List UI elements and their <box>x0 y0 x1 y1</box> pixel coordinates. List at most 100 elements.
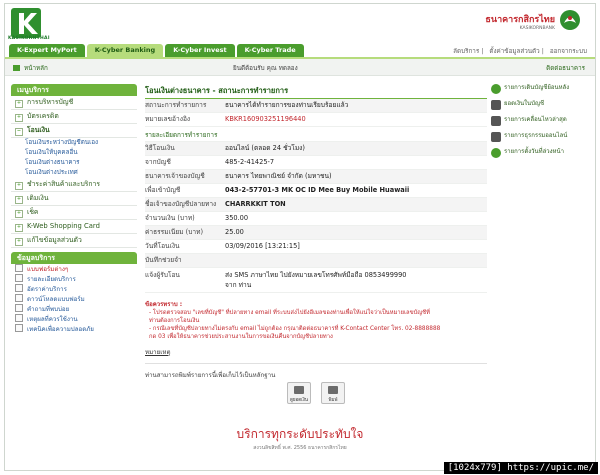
sidebar-item-transfer[interactable]: − โอนเงิน <box>11 124 137 138</box>
sidebar-item-top-up[interactable]: + เติมเงิน <box>11 192 137 206</box>
notify-value: ส่ง SMS ภาษาไทย ไปยังหมายเลขโทรศัพท์มือถ… <box>225 271 407 279</box>
document-icon <box>15 284 23 292</box>
shortcut-scheduled[interactable]: รายการตั้งวันที่ล่วงหน้า <box>491 148 591 158</box>
welcome-label: ยินดีต้อนรับ <box>233 65 265 72</box>
detail-row: ธนาคารเจ้าของบัญชี ธนาคาร ไทยพาณิชย์ จำกั… <box>145 170 487 184</box>
info-item-label: เทคนิคเพื่อความปลอดภัย <box>27 326 94 333</box>
logo-text: KASIKORNTHAI <box>8 36 50 41</box>
kasikorn-k-logo-icon <box>11 8 41 38</box>
sidebar-subitem-international[interactable]: โอนเงินต่างประเทศ <box>11 168 137 178</box>
sidebar-item-cheque[interactable]: + เช็ค <box>11 206 137 220</box>
sidebar-item-label: แก้ไขข้อมูลส่วนตัว <box>27 236 82 244</box>
notify-value-2: จาก ท่าน <box>225 281 252 289</box>
sidebar: เมนูบริการ + การบริหารบัญชี + บัตรเครดิต −… <box>11 84 137 334</box>
shortcut-label: รายการเดินบัญชีย้อนหลัง <box>504 84 570 91</box>
view-balance-label: ดูยอดเงิน <box>290 398 308 403</box>
detail-label: วิธีโอนเงิน <box>145 144 175 152</box>
sidebar-title: เมนูบริการ <box>11 84 137 96</box>
download-icon <box>15 294 23 302</box>
sidebar-subitem-own-account[interactable]: โอนเงินระหว่างบัญชีตนเอง <box>11 138 137 148</box>
sidebar-item-label: เช็ค <box>27 208 39 216</box>
shortcut-link[interactable]: ลัดบริการ <box>453 48 479 55</box>
expand-icon: + <box>15 196 23 204</box>
detail-value: ออนไลน์ (ตลอด 24 ชั่วโมง) <box>225 144 305 152</box>
tab-k-cyber-trade[interactable]: K-Cyber Trade <box>236 44 304 57</box>
shortcut-label: รายการเคลื่อนไหวล่าสุด <box>504 116 567 123</box>
detail-row: ค่าธรรมเนียม (บาท) 25.00 <box>145 226 487 240</box>
tab-k-cyber-invest[interactable]: K-Cyber Invest <box>165 44 235 57</box>
tab-k-expert-myport[interactable]: K-Expert MyPort <box>9 44 85 57</box>
info-item-security[interactable]: เทคนิคเพื่อความปลอดภัย <box>11 324 137 334</box>
statement-icon <box>491 84 501 94</box>
info-item-fees[interactable]: อัตราค่าบริการ <box>11 284 137 294</box>
info-item-label: รายละเอียดบริการ <box>27 276 76 283</box>
sidebar-item-edit-profile[interactable]: + แก้ไขข้อมูลส่วนตัว <box>11 234 137 248</box>
info-item-download[interactable]: ดาวน์โหลดแบบฟอร์ม <box>11 294 137 304</box>
welcome-text: ยินดีต้อนรับ คุณ ทดลอง <box>233 63 298 73</box>
tab-k-cyber-banking[interactable]: K-Cyber Banking <box>86 44 164 57</box>
note-title: ข้อควรทราบ : <box>145 301 183 308</box>
contact-bank-link[interactable]: ติดต่อธนาคาร <box>546 63 585 73</box>
details-section-title: รายละเอียดการทำรายการ <box>145 130 487 142</box>
detail-value: 03/09/2016 [13:21:15] <box>225 242 300 250</box>
shortcut-statement[interactable]: รายการเดินบัญชีย้อนหลัง <box>491 84 591 94</box>
status-label: สถานะการทำรายการ <box>145 101 207 109</box>
home-icon <box>13 65 20 71</box>
home-label: หน้าหลัก <box>24 65 48 72</box>
service-info-title: ข้อมูลบริการ <box>11 252 137 264</box>
note-line: ท่านต้องการโอนเงิน <box>149 318 200 324</box>
expand-icon: + <box>15 224 23 232</box>
printer-icon <box>328 386 338 394</box>
home-link[interactable]: หน้าหลัก <box>13 63 48 73</box>
logout-link[interactable]: ออกจากระบบ <box>550 48 587 55</box>
user-name: คุณ ทดลอง <box>266 65 298 72</box>
note-line: - กรณีเลขที่บัญชีปลายทางไม่ตรงกับ email … <box>149 326 441 332</box>
sidebar-item-label: ชำระค่าสินค้าและบริการ <box>27 180 100 188</box>
view-balance-button[interactable]: ดูยอดเงิน <box>287 382 311 404</box>
detail-row: บันทึกช่วยจำ <box>145 254 487 268</box>
status-row: สถานะการทำรายการ ธนาคารได้ทำรายการของท่าน… <box>145 99 487 113</box>
reference-label: หมายเลขอ้างอิง <box>145 115 191 123</box>
shortcut-balance[interactable]: ยอดเงินในบัญชี <box>491 100 591 110</box>
reference-row: หมายเลขอ้างอิง KBKR160903251196440 <box>145 113 487 127</box>
info-item-reasons[interactable]: เหตุผลที่ควรใช้งาน <box>11 314 137 324</box>
note-line: กด 03 เพื่อให้ธนาคารช่วยประสานงานในการขอ… <box>149 334 333 340</box>
header: KASIKORNTHAI ธนาคารกสิกรไทย KASIKORNBANK <box>5 4 595 44</box>
sidebar-item-accounts[interactable]: + การบริหารบัญชี <box>11 96 137 110</box>
detail-row: วิธีโอนเงิน ออนไลน์ (ตลอด 24 ชั่วโมง) <box>145 142 487 156</box>
notify-label: แจ้งผู้รับโอน <box>145 271 180 279</box>
footer-copyright: สงวนลิขสิทธิ์ พ.ศ. 2556 ธนาคารกสิกรไทย <box>253 445 347 451</box>
detail-label: จากบัญชี <box>145 158 171 166</box>
main-content: โอนเงินต่างธนาคาร - สถานะการทำรายการ สถา… <box>145 84 487 380</box>
expand-icon: + <box>15 100 23 108</box>
shortcut-recent-activity[interactable]: รายการเคลื่อนไหวล่าสุด <box>491 116 591 126</box>
profile-settings-link[interactable]: ตั้งค่าข้อมูลส่วนตัว <box>489 48 539 55</box>
print-label: พิมพ์ <box>328 398 338 403</box>
sidebar-subitem-other-bank[interactable]: โอนเงินต่างธนาคาร <box>11 158 137 168</box>
info-item-details[interactable]: รายละเอียดบริการ <box>11 274 137 284</box>
sidebar-item-shopping-card[interactable]: + K-Web Shopping Card <box>11 220 137 234</box>
activity-icon <box>491 116 501 126</box>
watermark: [1024x779] https://upic.me/ <box>443 462 598 474</box>
detail-label: จำนวนเงิน (บาท) <box>145 214 195 222</box>
sidebar-item-bill-payment[interactable]: + ชำระค่าสินค้าและบริการ <box>11 178 137 192</box>
balance-icon <box>491 100 501 110</box>
detail-label: วันที่โอนเงิน <box>145 242 180 250</box>
print-button[interactable]: พิมพ์ <box>321 382 345 404</box>
expand-icon: + <box>15 238 23 246</box>
detail-row: จากบัญชี 485-2-41425-7 <box>145 156 487 170</box>
shortcut-online-transactions[interactable]: รายการธุรกรรมออนไลน์ <box>491 132 591 142</box>
main-tabs: K-Expert MyPort K-Cyber Banking K-Cyber … <box>9 44 304 57</box>
lock-icon <box>15 324 23 332</box>
collapse-icon: − <box>15 128 23 136</box>
sidebar-item-label: การบริหารบัญชี <box>27 98 74 106</box>
sidebar-item-credit-card[interactable]: + บัตรเครดิต <box>11 110 137 124</box>
page-title: โอนเงินต่างธนาคาร - สถานะการทำรายการ <box>145 84 487 99</box>
info-item-forms[interactable]: แบบฟอร์มต่างๆ <box>11 264 137 274</box>
reference-value: KBKR160903251196440 <box>225 115 306 123</box>
bank-name: ธนาคารกสิกรไทย KASIKORNBANK <box>485 12 555 31</box>
info-item-faq[interactable]: คำถามที่พบบ่อย <box>11 304 137 314</box>
status-value: ธนาคารได้ทำรายการของท่านเรียบร้อยแล้ว <box>225 101 349 109</box>
right-shortcuts: รายการเดินบัญชีย้อนหลัง ยอดเงินในบัญชี ร… <box>491 84 591 164</box>
sidebar-subitem-other-person[interactable]: โอนเงินให้บุคคลอื่น <box>11 148 137 158</box>
